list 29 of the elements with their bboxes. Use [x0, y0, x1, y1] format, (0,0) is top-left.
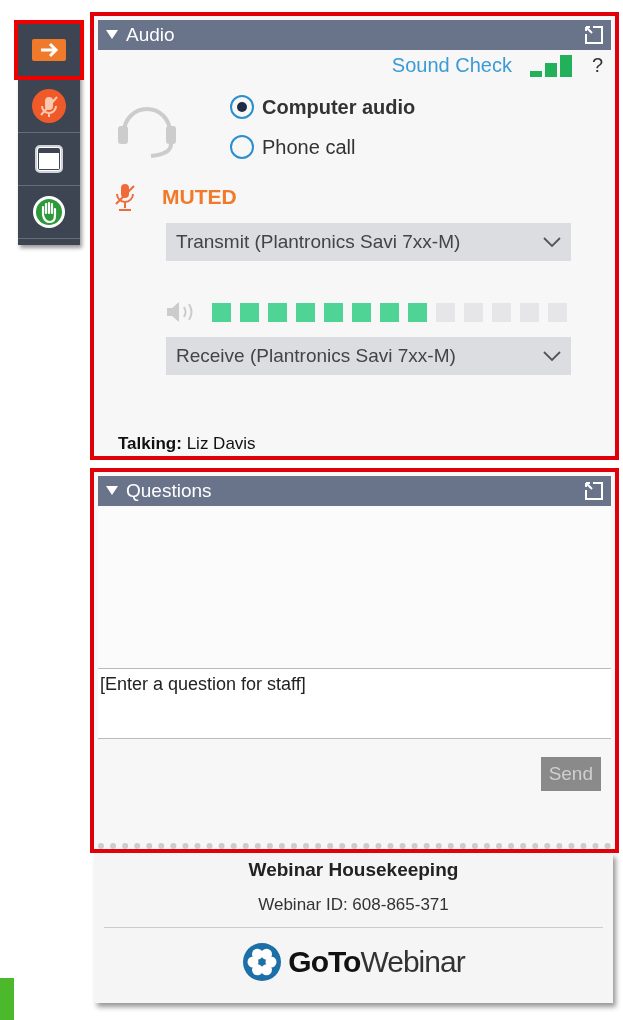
collapse-triangle-icon[interactable] [106, 486, 118, 496]
muted-microphone-icon [32, 89, 66, 123]
receive-dropdown[interactable]: Receive (Plantronics Savi 7xx-M) [166, 337, 571, 375]
raised-hand-icon [32, 195, 66, 229]
signal-bars-icon [529, 54, 574, 77]
sidebar-button[interactable] [14, 20, 84, 80]
radio-button[interactable] [230, 95, 254, 119]
chevron-down-icon [543, 351, 561, 361]
window-icon [33, 143, 65, 175]
panel-title: Audio [126, 24, 176, 46]
radio-label: Phone call [262, 135, 356, 159]
help-link[interactable]: ? [591, 54, 603, 77]
transmit-dropdown[interactable]: Transmit (Plantronics Savi 7xx-M) [166, 223, 571, 261]
flower-logo-icon [242, 942, 283, 982]
collapse-triangle-icon[interactable] [106, 30, 118, 40]
radio-label: Computer audio [262, 95, 416, 119]
panel-title: Questions [126, 480, 213, 502]
radio-option[interactable]: Phone call [230, 127, 416, 167]
webinar-id: Webinar ID: 608-865-371 [258, 895, 449, 916]
talking-indicator: Talking: Liz Davis [118, 434, 257, 454]
popout-icon[interactable] [585, 26, 603, 44]
question-input-field[interactable]: [Enter a question for staff] [98, 669, 611, 739]
radio-button[interactable] [230, 135, 254, 159]
webinar-title: Webinar Housekeeping [248, 859, 459, 881]
logo-text: GoToWebinar [288, 945, 465, 979]
chevron-down-icon [543, 237, 561, 247]
radio-option[interactable]: Computer audio [230, 87, 416, 127]
popout-icon[interactable] [585, 482, 603, 500]
mute-status: MUTED [162, 185, 237, 209]
